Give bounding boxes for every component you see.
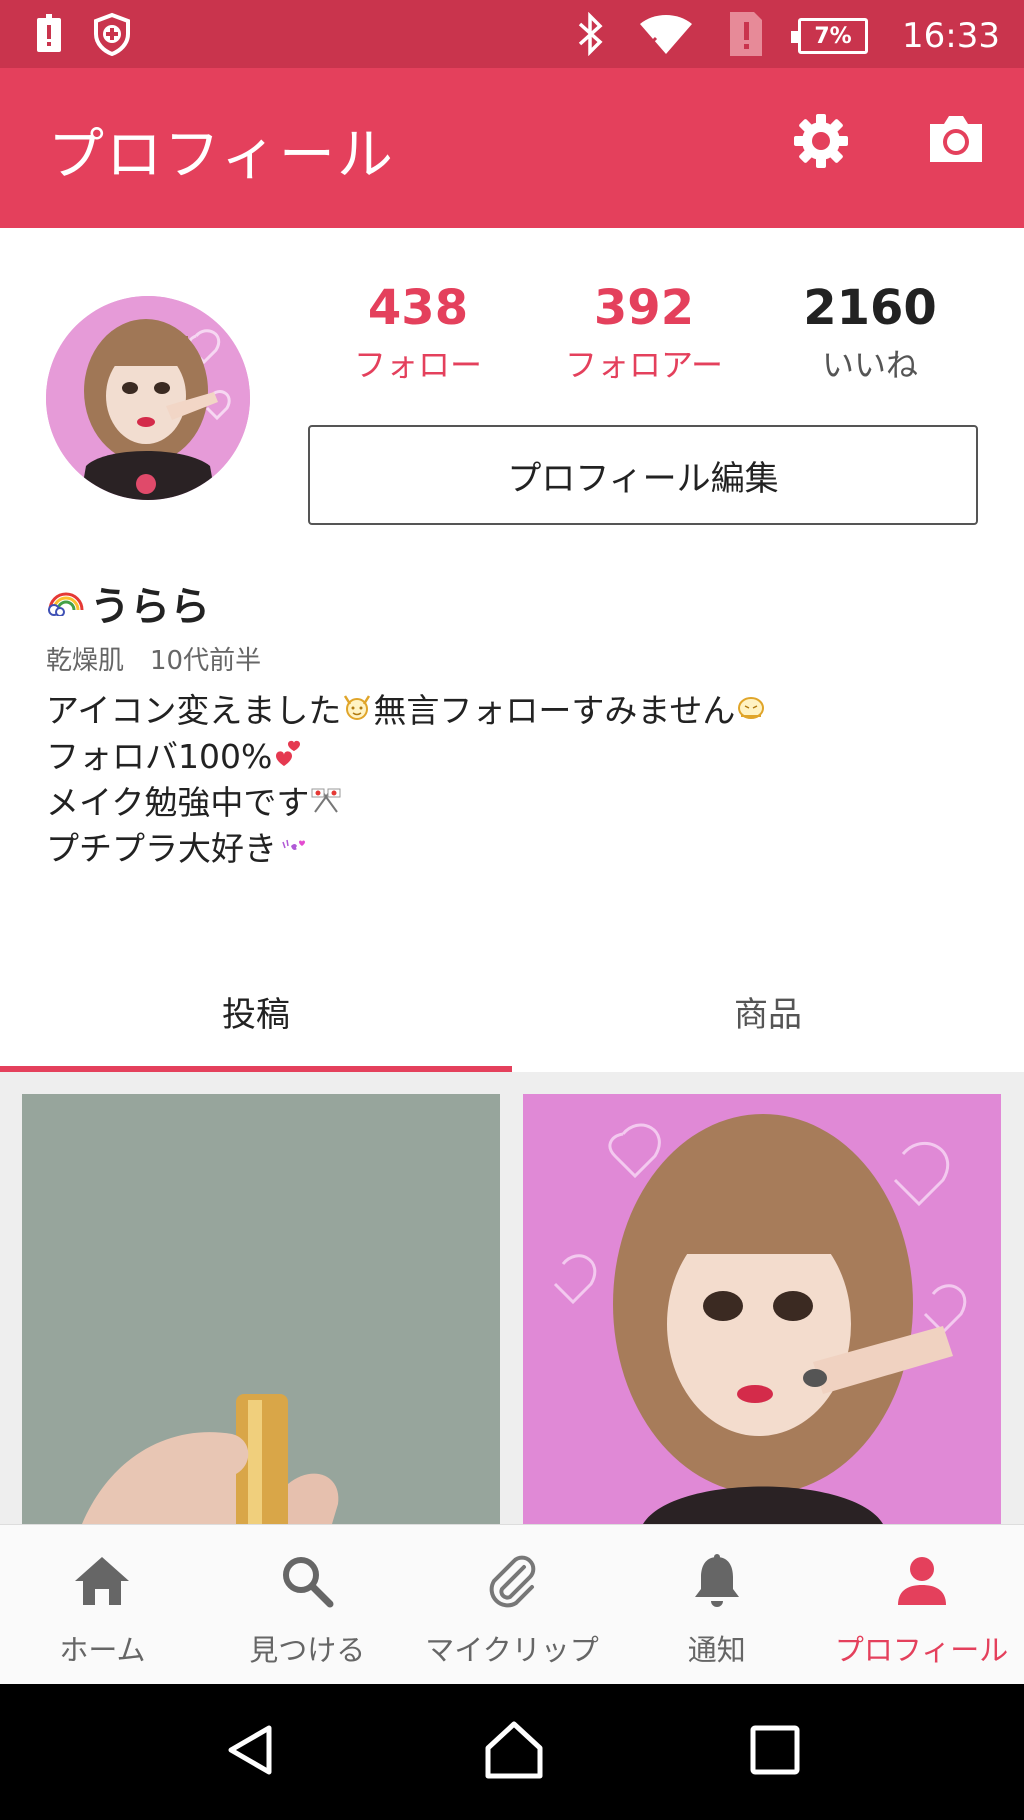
- profile-name-text: うらら: [90, 584, 210, 630]
- page-title: プロフィール: [48, 123, 395, 188]
- sim-alert-icon: [728, 10, 764, 62]
- likes-count: 2160: [803, 280, 937, 336]
- bio-line: アイコン変えました 無言フォローすみません: [46, 688, 767, 734]
- cheer-emoji-icon: [341, 688, 373, 734]
- person-icon: [896, 1551, 948, 1611]
- stat-follow[interactable]: 438 フォロー: [305, 280, 531, 386]
- nav-notifications[interactable]: 通知: [614, 1525, 819, 1684]
- nav-myclip[interactable]: マイクリップ: [410, 1525, 615, 1684]
- search-icon: [280, 1551, 334, 1611]
- shield-icon: [90, 12, 134, 60]
- app-bar: プロフィール: [0, 68, 1024, 228]
- tab-products[interactable]: 商品: [512, 950, 1024, 1072]
- alert-icon: [36, 14, 62, 58]
- crossed-flags-icon: [309, 780, 343, 826]
- avatar[interactable]: [46, 296, 250, 500]
- sorry-emoji-icon: [735, 688, 767, 734]
- clock: 16:33: [902, 16, 1000, 56]
- battery-indicator: 7%: [791, 18, 869, 54]
- bio-line: メイク勉強中です: [46, 780, 767, 826]
- profile-bio: アイコン変えました 無言フォローすみません フォロバ100% メイク勉強中です …: [46, 688, 767, 872]
- status-bar: 7% 16:33: [0, 0, 1024, 68]
- gear-icon[interactable]: [792, 112, 850, 174]
- post-grid: [0, 1072, 1024, 1524]
- post-thumbnail[interactable]: [22, 1094, 500, 1524]
- back-icon[interactable]: [223, 1722, 279, 1782]
- profile-meta: 乾燥肌 10代前半: [46, 646, 262, 676]
- followers-label: フォロアー: [564, 346, 724, 384]
- nav-home[interactable]: ホーム: [0, 1525, 205, 1684]
- tab-posts[interactable]: 投稿: [0, 950, 512, 1072]
- post-thumbnail[interactable]: [523, 1094, 1001, 1524]
- follow-label: フォロー: [353, 346, 482, 384]
- nav-discover[interactable]: 見つける: [205, 1525, 410, 1684]
- camera-icon[interactable]: [926, 112, 986, 174]
- stat-followers[interactable]: 392 フォロアー: [531, 280, 757, 386]
- likes-label: いいね: [821, 346, 918, 384]
- bottom-navigation: ホーム 見つける マイクリップ 通知 プロフィール: [0, 1524, 1024, 1684]
- rainbow-icon: [46, 580, 86, 626]
- edit-profile-button[interactable]: プロフィール編集: [308, 425, 978, 525]
- bio-line: プチプラ大好き: [46, 826, 767, 872]
- stat-likes: 2160 いいね: [757, 280, 983, 386]
- recents-icon[interactable]: [749, 1724, 801, 1780]
- profile-name: うらら: [46, 574, 210, 632]
- bell-icon: [693, 1551, 741, 1611]
- bluetooth-icon: [576, 11, 604, 60]
- home-icon: [73, 1551, 131, 1611]
- profile-stats: 438 フォロー 392 フォロアー 2160 いいね: [305, 280, 985, 386]
- paperclip-icon: [484, 1551, 540, 1611]
- follow-count: 438: [367, 280, 469, 336]
- two-hearts-icon: [272, 734, 304, 780]
- nav-profile[interactable]: プロフィール: [819, 1525, 1024, 1684]
- system-nav-bar: [0, 1684, 1024, 1820]
- bio-line: フォロバ100%: [46, 734, 767, 780]
- followers-count: 392: [593, 280, 695, 336]
- home-button-icon[interactable]: [484, 1720, 544, 1784]
- kiss-emoji-icon: [277, 826, 309, 872]
- profile-tabs: 投稿 商品: [0, 950, 1024, 1072]
- wifi-icon: [638, 12, 694, 60]
